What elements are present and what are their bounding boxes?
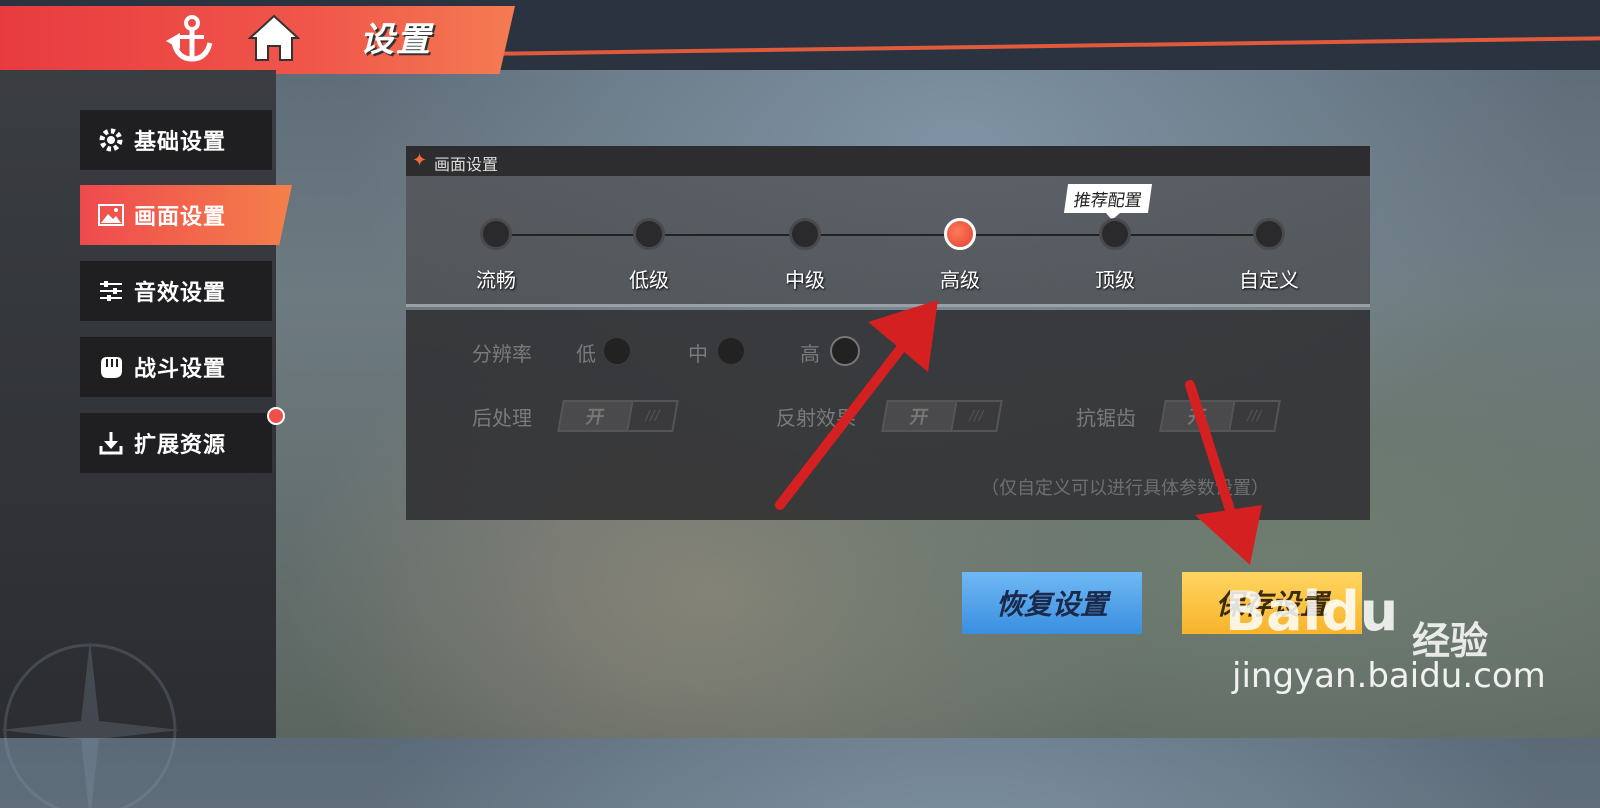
custom-note: （仅自定义可以进行具体参数设置） — [981, 478, 1269, 499]
quality-track — [496, 234, 1276, 236]
resolution-low-label: 低 — [576, 342, 596, 366]
sidebar-item-label: 基础设置 — [134, 130, 227, 155]
toggle-on: 开 — [1159, 400, 1236, 432]
sidebar-item-label: 战斗设置 — [134, 357, 227, 382]
resolution-mid-label: 中 — [688, 342, 708, 366]
image-icon — [96, 200, 126, 230]
quality-label: 低级 — [629, 268, 669, 292]
resolution-low-radio[interactable] — [602, 336, 632, 366]
resolution-mid-radio[interactable] — [716, 336, 746, 366]
panel-title: 画面设置 — [434, 155, 499, 174]
notification-dot — [267, 407, 285, 425]
watermark-logo: Baidu — [1225, 580, 1399, 643]
toggle-off: /// — [627, 400, 679, 432]
watermark-url: jingyan.baidu.com — [1232, 656, 1546, 696]
detail-settings: 分辨率 低 中 高 后处理 开 /// 反射效果 开 /// 抗锯齿 开 ///… — [406, 310, 1370, 520]
restore-settings-button[interactable]: 恢复设置 — [962, 572, 1142, 634]
quality-option-custom[interactable] — [1253, 218, 1285, 250]
star-icon: ✦ — [412, 150, 428, 171]
page-title: 设置 — [360, 20, 432, 60]
sidebar-item-graphics[interactable]: 画面设置 — [80, 185, 292, 245]
reflection-label: 反射效果 — [776, 406, 856, 430]
sidebar-item-label: 扩展资源 — [134, 433, 227, 458]
quality-option-smooth[interactable] — [480, 218, 512, 250]
fist-icon — [96, 352, 126, 382]
sidebar-item-label: 画面设置 — [134, 205, 227, 230]
quality-label: 高级 — [940, 268, 980, 292]
gear-icon — [96, 125, 126, 155]
postprocess-label: 后处理 — [472, 406, 532, 430]
antialias-toggle[interactable]: 开 /// — [1159, 400, 1281, 432]
postprocess-toggle[interactable]: 开 /// — [557, 400, 679, 432]
sidebar-item-extension[interactable]: 扩展资源 — [80, 413, 272, 473]
compass-decoration-icon — [0, 640, 180, 808]
sidebar-item-sound[interactable]: 音效设置 — [80, 261, 272, 321]
download-icon — [96, 428, 126, 458]
sidebar-item-basic[interactable]: 基础设置 — [80, 110, 272, 170]
home-icon[interactable] — [244, 10, 304, 66]
quality-option-high[interactable] — [944, 218, 976, 250]
quality-option-top[interactable] — [1099, 218, 1131, 250]
recommend-tag: 推荐配置 — [1063, 184, 1153, 213]
toggle-off: /// — [1229, 400, 1281, 432]
quality-label: 中级 — [785, 268, 825, 292]
resolution-high-label: 高 — [800, 342, 820, 366]
sidebar-item-battle[interactable]: 战斗设置 — [80, 337, 272, 397]
reflection-toggle[interactable]: 开 /// — [881, 400, 1003, 432]
panel-header: ✦ 画面设置 — [406, 146, 1370, 176]
quality-option-low[interactable] — [633, 218, 665, 250]
quality-selector: 推荐配置 流畅 低级 中级 高级 顶级 自定义 — [406, 176, 1370, 307]
sidebar-item-label: 音效设置 — [134, 281, 227, 306]
toggle-on: 开 — [881, 400, 958, 432]
resolution-label: 分辨率 — [472, 342, 532, 366]
quality-label: 自定义 — [1239, 268, 1299, 292]
resolution-high-radio[interactable] — [830, 336, 860, 366]
header-stripe — [500, 36, 1600, 56]
sidebar — [0, 70, 276, 808]
anchor-back-icon[interactable] — [162, 10, 222, 66]
antialias-label: 抗锯齿 — [1076, 406, 1136, 430]
quality-label: 顶级 — [1095, 268, 1135, 292]
toggle-off: /// — [951, 400, 1003, 432]
quality-option-medium[interactable] — [789, 218, 821, 250]
quality-label: 流畅 — [476, 268, 516, 292]
sliders-icon — [96, 276, 126, 306]
toggle-on: 开 — [557, 400, 634, 432]
